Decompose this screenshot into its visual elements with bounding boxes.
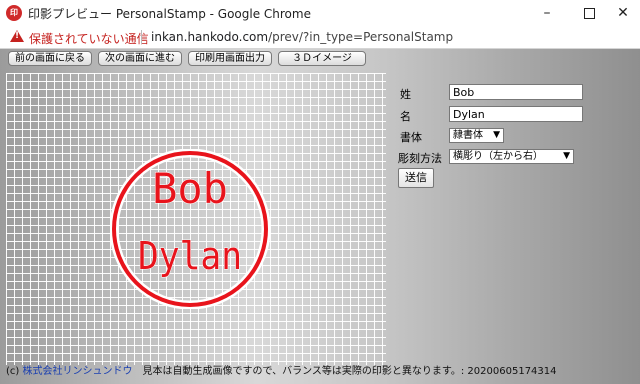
close-button[interactable]: ✕ xyxy=(602,0,640,26)
3d-image-button[interactable]: ３Ｄイメージ xyxy=(278,51,366,66)
security-status[interactable]: 保護されていない通信 xyxy=(29,30,149,47)
submit-button[interactable]: 送信 xyxy=(398,168,434,188)
warning-icon[interactable] xyxy=(10,30,24,42)
font-label: 書体 xyxy=(400,131,422,144)
prev-page-button[interactable]: 前の画面に戻る xyxy=(8,51,92,66)
company-link[interactable]: 株式会社リンシュンドウ xyxy=(22,366,132,377)
stamp-line2: Dylan xyxy=(138,234,242,278)
footer-notice: 見本は自動生成画像ですので、バランス等は実際の印影と異なります。: 202006… xyxy=(142,366,557,377)
font-select[interactable]: 隷書体 ▼ xyxy=(449,128,504,143)
chevron-down-icon: ▼ xyxy=(493,130,500,140)
window-title: 印影プレビュー PersonalStamp - Google Chrome xyxy=(28,7,311,21)
stamp-line1: Bob xyxy=(152,164,228,213)
font-select-value: 隷書体 xyxy=(453,130,483,141)
copyright-prefix: (c) xyxy=(6,366,23,377)
window-title-bar: 印 印影プレビュー PersonalStamp - Google Chrome … xyxy=(0,0,640,26)
engrave-select[interactable]: 横彫り（左から右） ▼ xyxy=(449,149,574,164)
name-input[interactable]: Dylan xyxy=(449,106,583,122)
page-footer: (c) 株式会社リンシュンドウ 見本は自動生成画像ですので、バランス等は実際の印… xyxy=(6,362,557,377)
stamp-preview: Bob Dylan xyxy=(110,149,270,309)
engrave-select-value: 横彫り（左から右） xyxy=(453,151,543,162)
name-label: 名 xyxy=(400,110,411,123)
next-page-button[interactable]: 次の画面に進む xyxy=(98,51,182,66)
url-path: /prev/?in_type=PersonalStamp xyxy=(268,30,454,44)
app-icon: 印 xyxy=(6,5,22,21)
page-content: 前の画面に戻る 次の画面に進む 印刷用画面出力 ３Ｄイメージ Bob Dylan… xyxy=(0,49,640,384)
print-button[interactable]: 印刷用画面出力 xyxy=(188,51,272,66)
address-bar[interactable]: 保護されていない通信 inkan.hankodo.com/prev/?in_ty… xyxy=(0,26,640,49)
maximize-icon xyxy=(583,7,595,19)
address-separator xyxy=(141,30,142,44)
engrave-label: 彫刻方法 xyxy=(398,152,442,165)
surname-label: 姓 xyxy=(400,88,411,101)
url-text[interactable]: inkan.hankodo.com/prev/?in_type=Personal… xyxy=(151,30,453,44)
surname-input[interactable]: Bob xyxy=(449,84,583,100)
minimize-button[interactable]: – xyxy=(526,0,568,26)
chevron-down-icon: ▼ xyxy=(563,151,570,161)
url-host: inkan.hankodo.com xyxy=(151,30,269,44)
